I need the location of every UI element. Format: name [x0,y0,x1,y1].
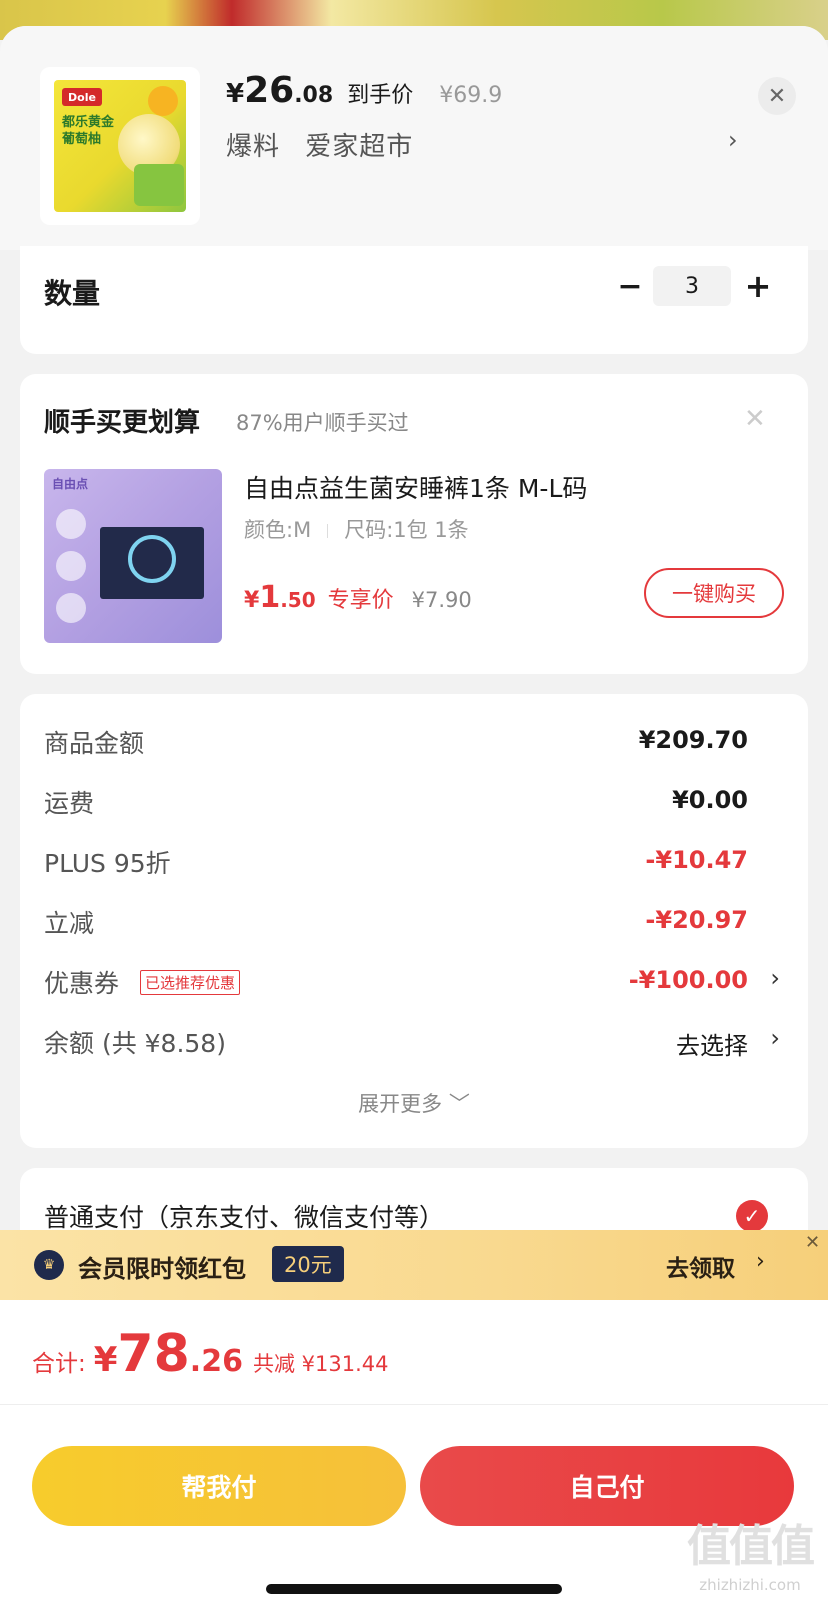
bag-graphic [134,164,184,206]
order-total: 合计: ¥ 78 .26 共减 ¥131.44 [32,1324,388,1384]
summary-row-plus-discount: PLUS 95折 -¥10.47 [44,844,784,884]
currency-symbol: ¥ [244,588,260,613]
coupon-badge: 已选推荐优惠 [140,970,241,995]
product-image: Dole 都乐黄金 葡萄柚 [54,80,186,212]
quantity-minus-button[interactable]: − [610,266,650,306]
feature-dot [56,593,86,623]
select-balance-link: 去选择 [676,1032,748,1060]
upsell-product-image[interactable]: 自由点 [44,469,222,643]
original-price: ¥7.90 [411,588,472,612]
row-label: 余额 (共 ¥8.58) [44,1029,226,1058]
upsell-specs: 颜色:M 尺码:1包 1条 [244,514,469,544]
watermark: 值值值 zhizhizhi.com [680,1510,820,1594]
claim-button[interactable]: 去领取 [666,1249,735,1283]
row-value: -¥10.47 [645,846,748,874]
row-label: 立减 [44,909,95,938]
checkout-bar: 合计: ¥ 78 .26 共减 ¥131.44 帮我付 自己付 值值值 zhiz… [0,1300,828,1605]
product-source[interactable]: 爆料 爱家超市 [226,126,413,163]
watermark-logo-icon: 值值值 [687,1521,815,1572]
price-integer: 26 [244,70,295,111]
total-integer: 78 [117,1324,190,1384]
brand-logo: Dole [62,88,102,106]
banner-close-icon[interactable]: ✕ [805,1232,820,1253]
member-red-packet-banner[interactable]: ♛ 会员限时领红包 20元 去领取 › ✕ [0,1230,828,1300]
summary-row-balance[interactable]: 余额 (共 ¥8.58) 去选择 › [44,1024,784,1064]
currency-symbol: ¥ [93,1340,118,1380]
price-tag: 到手价 [347,83,414,108]
total-label: 合计: [32,1351,86,1377]
upsell-brand-logo: 自由点 [52,477,89,491]
row-value: ¥209.70 [638,726,748,754]
spec-divider [327,524,329,538]
row-label: PLUS 95折 [44,849,171,878]
price-summary-card: 商品金额 ¥209.70 运费 ¥0.00 PLUS 95折 -¥10.47 立… [20,694,808,1148]
quantity-plus-button[interactable]: + [738,266,778,306]
payment-method-label: 普通支付（京东支付、微信支付等） [44,1203,445,1232]
close-button[interactable]: ✕ [758,77,796,115]
summary-row-instant-discount: 立减 -¥20.97 [44,904,784,944]
price-decimal: .08 [294,83,334,108]
crown-icon: ♛ [34,1250,64,1280]
row-label: 运费 [44,789,95,818]
feature-dot [56,551,86,581]
one-click-buy-button[interactable]: 一键购买 [644,568,784,618]
upsell-close-icon[interactable]: ✕ [744,404,766,434]
product-header: Dole 都乐黄金 葡萄柚 ¥ 26 .08 到手价 ¥69.9 爆料 爱家超市… [0,26,828,250]
upsell-price: ¥ 1 .50 专享价 ¥7.90 [244,580,472,615]
banner-amount-badge: 20元 [272,1246,344,1282]
chevron-right-icon[interactable]: › [728,126,738,154]
summary-row-subtotal: 商品金额 ¥209.70 [44,724,784,764]
chevron-right-icon: › [770,1024,780,1052]
product-image-text: 都乐黄金 葡萄柚 [62,115,115,147]
color-spec: 颜色:M [244,518,312,542]
sun-graphic [148,86,178,116]
upsell-card: 顺手买更划算 87%用户顺手买过 ✕ 自由点 自由点益生菌安睡裤1条 M-L码 … [20,374,808,674]
upsell-subtitle: 87%用户顺手买过 [236,411,409,435]
banner-text: 会员限时领红包 [78,1255,246,1283]
upsell-product-name[interactable]: 自由点益生菌安睡裤1条 M-L码 [244,469,587,505]
size-spec: 尺码:1包 1条 [344,518,469,542]
checkmark-icon[interactable]: ✓ [736,1200,768,1232]
product-thumbnail: Dole 都乐黄金 葡萄柚 [40,67,200,225]
quantity-label: 数量 [44,277,101,310]
summary-row-shipping: 运费 ¥0.00 [44,784,784,824]
store-name: 爱家超市 [305,132,414,162]
help-me-pay-button[interactable]: 帮我付 [32,1446,406,1526]
watermark-site: zhizhizhi.com [699,1576,801,1594]
source-label: 爆料 [226,132,281,162]
feature-dot [56,509,86,539]
total-savings: 共减 ¥131.44 [252,1352,389,1376]
price-tag: 专享价 [327,588,394,613]
summary-row-coupon[interactable]: 优惠券 已选推荐优惠 -¥100.00 › [44,964,784,1004]
total-decimal: .26 [189,1344,243,1379]
divider [0,1404,828,1405]
original-price: ¥69.9 [439,83,503,108]
ring-graphic [128,535,176,583]
price-decimal: .50 [280,588,316,612]
quantity-card: 数量 − 3 + [20,246,808,354]
chevron-right-icon: › [756,1249,765,1274]
currency-symbol: ¥ [226,79,245,109]
price-integer: 1 [259,580,281,615]
home-indicator[interactable] [266,1584,562,1594]
product-price: ¥ 26 .08 到手价 ¥69.9 [226,70,502,111]
row-value: ¥0.00 [672,786,748,814]
row-value: -¥100.00 [628,966,748,994]
quantity-input[interactable]: 3 [653,266,731,306]
expand-more-button[interactable]: 展开更多 ﹀ [20,1088,808,1118]
row-label: 商品金额 [44,729,145,758]
row-label: 优惠券 [44,969,120,998]
upsell-title: 顺手买更划算 [44,408,201,438]
chevron-right-icon: › [770,964,780,992]
row-value: -¥20.97 [645,906,748,934]
